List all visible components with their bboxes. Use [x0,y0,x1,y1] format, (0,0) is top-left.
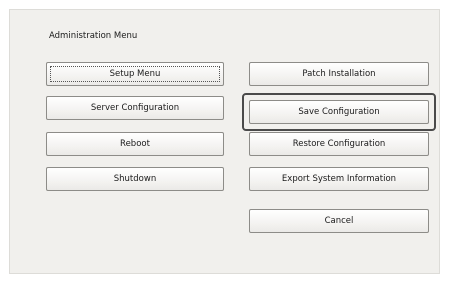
save-configuration-button[interactable]: Save Configuration [249,100,429,124]
reboot-label: Reboot [120,139,150,149]
server-configuration-label: Server Configuration [90,103,180,113]
restore-configuration-label: Restore Configuration [292,139,386,149]
export-system-information-button[interactable]: Export System Information [249,167,429,191]
menu-title: Administration Menu [49,31,138,41]
patch-installation-label: Patch Installation [302,69,376,79]
server-configuration-button[interactable]: Server Configuration [46,96,224,120]
admin-menu-panel: Administration Menu Setup Menu Server Co… [9,9,440,274]
save-configuration-label: Save Configuration [298,107,380,117]
cancel-button[interactable]: Cancel [249,209,429,233]
setup-menu-label: Setup Menu [109,69,161,79]
setup-menu-button[interactable]: Setup Menu [46,62,224,86]
patch-installation-button[interactable]: Patch Installation [249,62,429,86]
shutdown-label: Shutdown [113,174,157,184]
shutdown-button[interactable]: Shutdown [46,167,224,191]
cancel-label: Cancel [324,216,354,226]
restore-configuration-button[interactable]: Restore Configuration [249,132,429,156]
reboot-button[interactable]: Reboot [46,132,224,156]
export-system-information-label: Export System Information [281,174,397,184]
